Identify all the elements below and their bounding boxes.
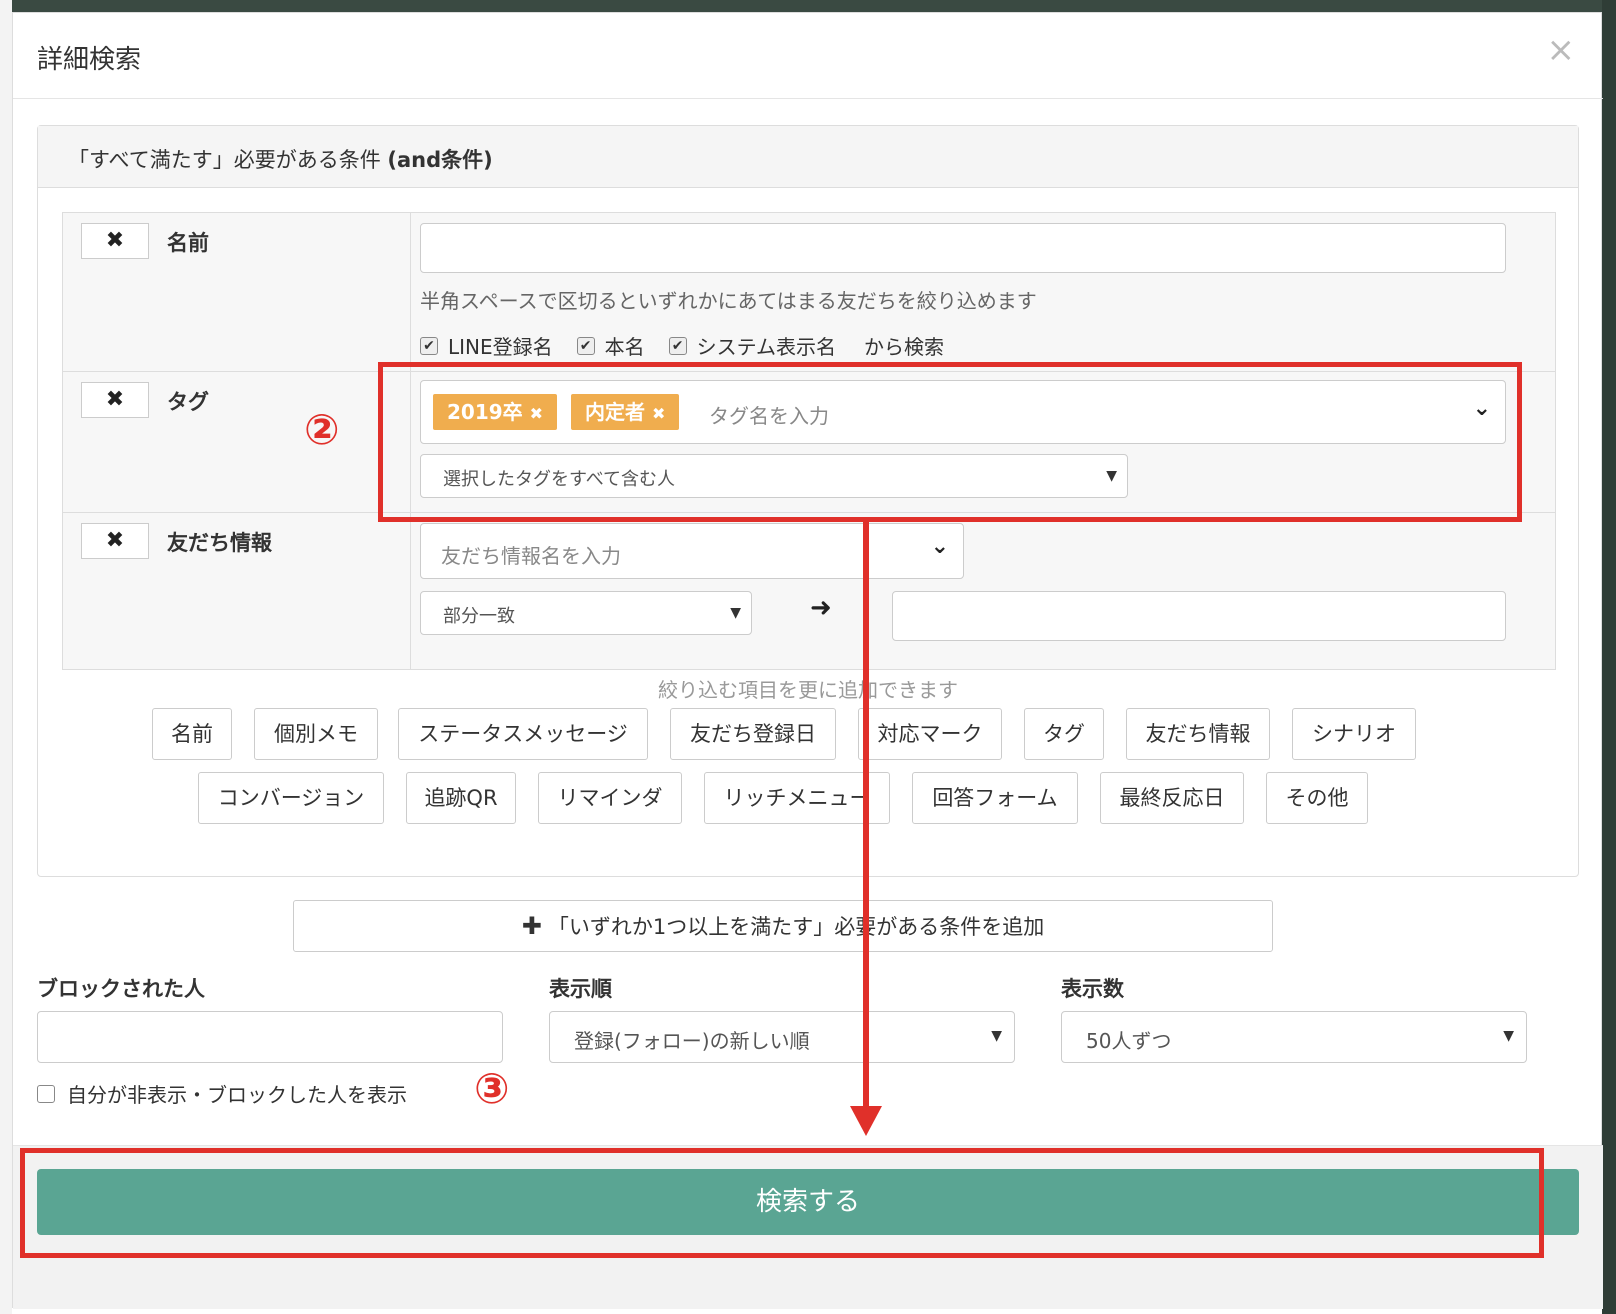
highlight-tag-box bbox=[378, 362, 1522, 522]
plus-icon: ✚ bbox=[521, 912, 542, 940]
advanced-search-modal: 詳細検索 × 「すべて満たす」必要がある条件 (and条件) ✖ 名前 半角スペ… bbox=[12, 12, 1603, 1309]
and-heading-bold: (and条件) bbox=[387, 148, 493, 172]
add-or-condition-label: 「いずれか1つ以上を満たす」必要がある条件を追加 bbox=[547, 915, 1045, 939]
condition-label-cell: ✖ 友だち情報 bbox=[63, 513, 411, 669]
chevron-down-icon[interactable]: ⌄ bbox=[931, 534, 949, 559]
add-item-mark-button[interactable]: 対応マーク bbox=[858, 708, 1002, 760]
friend-info-select[interactable]: 友だち情報名を入力 ⌄ bbox=[420, 523, 964, 579]
add-item-last-reaction-button[interactable]: 最終反応日 bbox=[1100, 772, 1244, 824]
add-item-friend-date-button[interactable]: 友だち登録日 bbox=[670, 708, 836, 760]
annotation-arrow-head bbox=[850, 1106, 882, 1136]
add-item-qr-button[interactable]: 追跡QR bbox=[406, 772, 516, 824]
add-item-memo-button[interactable]: 個別メモ bbox=[254, 708, 378, 760]
condition-body-cell: 半角スペースで区切るといずれかにあてはまる友だちを絞り込めます ✔ LINE登録名… bbox=[412, 213, 1555, 371]
add-item-form-button[interactable]: 回答フォーム bbox=[912, 772, 1078, 824]
check-label: 本名 bbox=[604, 335, 645, 359]
condition-name-label: 名前 bbox=[167, 231, 209, 255]
add-items-hint: 絞り込む項目を更に追加できます bbox=[658, 678, 958, 702]
add-item-friend-info-button[interactable]: 友だち情報 bbox=[1126, 708, 1270, 760]
condition-tag-label: タグ bbox=[167, 390, 209, 414]
annotation-marker-3: ③ bbox=[474, 1064, 510, 1113]
remove-condition-button[interactable]: ✖ bbox=[81, 223, 149, 259]
checkbox-checked-icon[interactable]: ✔ bbox=[576, 336, 595, 355]
modal-title: 詳細検索 bbox=[37, 45, 142, 75]
highlight-search-box bbox=[20, 1148, 1544, 1258]
check-label: LINE登録名 bbox=[448, 335, 553, 359]
backdrop-right-edge bbox=[1602, 0, 1616, 1314]
check-system-name[interactable]: ✔ システム表示名 bbox=[668, 331, 837, 360]
blocked-label: ブロックされた人 bbox=[37, 977, 205, 1001]
add-item-conversion-button[interactable]: コンバージョン bbox=[198, 772, 384, 824]
name-help-text: 半角スペースで区切るといずれかにあてはまる友だちを絞り込めます bbox=[420, 289, 1037, 313]
condition-label-cell: ✖ 名前 bbox=[63, 213, 411, 371]
order-select[interactable]: 登録(フォロー)の新しい順 ▼ bbox=[549, 1011, 1015, 1063]
blocked-select[interactable] bbox=[37, 1011, 503, 1063]
condition-row-friend-info: ✖ 友だち情報 友だち情報名を入力 ⌄ 部分一致 ▼ ➜ bbox=[63, 513, 1555, 669]
friend-info-placeholder: 友だち情報名を入力 bbox=[441, 544, 621, 568]
and-heading-text: 「すべて満たす」必要がある条件 bbox=[68, 148, 381, 172]
add-item-scenario-button[interactable]: シナリオ bbox=[1292, 708, 1416, 760]
friend-info-value-input[interactable] bbox=[892, 591, 1506, 641]
checkbox-checked-icon[interactable]: ✔ bbox=[668, 336, 687, 355]
check-label: システム表示名 bbox=[696, 335, 837, 359]
add-item-other-button[interactable]: その他 bbox=[1266, 772, 1368, 824]
add-item-status-button[interactable]: ステータスメッセージ bbox=[398, 708, 648, 760]
condition-friend-info-label: 友だち情報 bbox=[167, 531, 272, 555]
friend-info-match-value: 部分一致 bbox=[443, 606, 515, 627]
add-item-name-button[interactable]: 名前 bbox=[152, 708, 232, 760]
annotation-arrow-line bbox=[863, 522, 869, 1112]
caret-down-icon: ▼ bbox=[991, 1028, 1002, 1044]
backdrop-left-edge bbox=[0, 0, 12, 1314]
close-icon[interactable]: × bbox=[1547, 33, 1576, 67]
name-input[interactable] bbox=[420, 223, 1506, 273]
check-line-name[interactable]: ✔ LINE登録名 bbox=[420, 331, 553, 360]
friend-info-match-select[interactable]: 部分一致 ▼ bbox=[420, 591, 752, 635]
show-hidden-option[interactable]: 自分が非表示・ブロックした人を表示 bbox=[37, 1079, 407, 1108]
order-value: 登録(フォロー)の新しい順 bbox=[574, 1029, 810, 1053]
add-item-reminder-button[interactable]: リマインダ bbox=[538, 772, 682, 824]
caret-down-icon: ▼ bbox=[730, 605, 741, 621]
count-value: 50人ずつ bbox=[1086, 1029, 1172, 1053]
count-label: 表示数 bbox=[1061, 977, 1124, 1001]
condition-label-cell: ✖ タグ bbox=[63, 372, 411, 512]
order-label: 表示順 bbox=[549, 977, 612, 1001]
checks-suffix: から検索 bbox=[864, 335, 945, 359]
add-or-condition-button[interactable]: ✚ 「いずれか1つ以上を満たす」必要がある条件を追加 bbox=[293, 900, 1273, 952]
count-select[interactable]: 50人ずつ ▼ bbox=[1061, 1011, 1527, 1063]
check-real-name[interactable]: ✔ 本名 bbox=[576, 331, 645, 360]
and-panel-heading: 「すべて満たす」必要がある条件 (and条件) bbox=[38, 126, 1578, 188]
remove-condition-button[interactable]: ✖ bbox=[81, 382, 149, 418]
modal-header: 詳細検索 × bbox=[13, 13, 1603, 99]
add-item-tag-button[interactable]: タグ bbox=[1024, 708, 1104, 760]
backdrop-top-edge bbox=[0, 0, 1616, 12]
show-hidden-label: 自分が非表示・ブロックした人を表示 bbox=[67, 1083, 407, 1107]
condition-body-cell: 友だち情報名を入力 ⌄ 部分一致 ▼ ➜ bbox=[412, 513, 1555, 669]
caret-down-icon: ▼ bbox=[1503, 1028, 1514, 1044]
checkbox-checked-icon[interactable]: ✔ bbox=[420, 336, 438, 355]
condition-row-name: ✖ 名前 半角スペースで区切るといずれかにあてはまる友だちを絞り込めます ✔ LI… bbox=[63, 213, 1555, 371]
annotation-marker-2: ② bbox=[304, 405, 340, 454]
remove-condition-button[interactable]: ✖ bbox=[81, 523, 149, 559]
show-hidden-checkbox[interactable] bbox=[37, 1084, 55, 1103]
name-source-checks: ✔ LINE登録名 ✔ 本名 ✔ システム表示名 から検索 bbox=[420, 331, 944, 360]
arrow-right-icon: ➜ bbox=[810, 593, 832, 623]
